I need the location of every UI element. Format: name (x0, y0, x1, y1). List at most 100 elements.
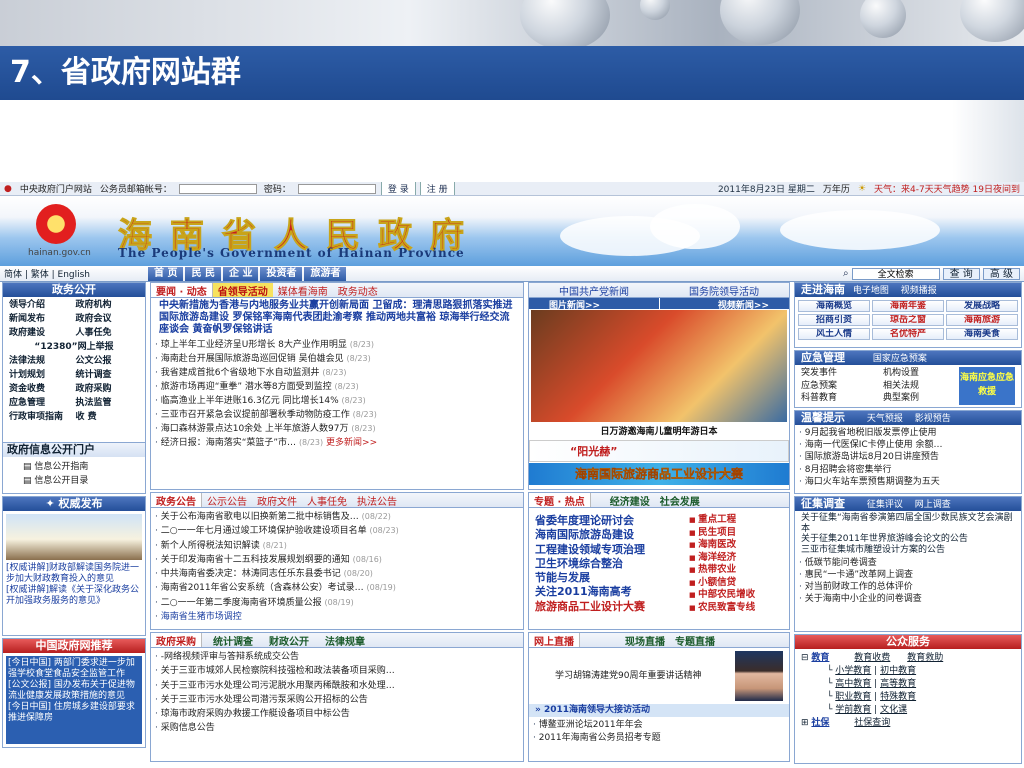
tip-item[interactable]: 8月招聘会将密集举行 (799, 464, 1017, 476)
design-contest-banner[interactable]: 海南国际旅游商品工业设计大赛 (529, 463, 789, 485)
purchase-item[interactable]: -网络视频评审与答辩系统成交公告 (155, 650, 519, 664)
authority-photo[interactable] (6, 514, 142, 560)
gov-open-link[interactable]: 政府会议 (76, 313, 140, 326)
emergency-badge[interactable]: 海南应急应急救援 (959, 367, 1015, 405)
emergency-plan-link[interactable]: 国家应急预案 (869, 354, 931, 364)
edu-node[interactable]: 教育 (811, 653, 829, 663)
notice-item[interactable]: 二○一一年七月通过竣工环境保护验收建设项目名单 (08/23) (155, 524, 519, 538)
edu-link[interactable]: 小学教育 (835, 666, 871, 676)
gov-open-link[interactable]: 行政审项指南 (9, 411, 73, 424)
gov-open-link[interactable]: 人事任免 (76, 327, 140, 340)
tip-item[interactable]: 海南一代医保IC卡停止使用 余额… (799, 439, 1017, 451)
survey-question[interactable]: 低碳节能问卷调查 (799, 557, 1017, 569)
visit-button[interactable]: 海南概览 (798, 300, 870, 312)
weather-forecast-link[interactable]: 天气预报 (863, 414, 907, 424)
purchase-item[interactable]: 关于三亚市污水处理公司潜污泵采购公开招标的公告 (155, 693, 519, 707)
advanced-search-button[interactable]: 高 级 (982, 267, 1020, 280)
edu-link[interactable]: 文化课 (880, 705, 907, 715)
edu-link[interactable]: 初中教育 (880, 666, 916, 676)
topic-item[interactable]: 节能与发展 (529, 571, 689, 585)
nav-tab-investor[interactable]: 投资者 (260, 266, 303, 281)
recommend-item[interactable]: [公文公报] 国办发布关于促进物流业健康发展政策措施的意见 (8, 680, 140, 702)
tab-leader-activity[interactable]: 省领导活动 (212, 283, 273, 297)
visit-button[interactable]: 海南美食 (946, 328, 1018, 340)
tab-finance[interactable]: 财政公开 (264, 633, 314, 648)
info-guide-link[interactable]: ▤ 信息公开指南 (23, 460, 125, 474)
tab-live-topic[interactable]: 专题直播 (670, 633, 720, 648)
notice-item[interactable]: 关于印发海南省十二五科技发展规划纲要的通知 (08/16) (155, 553, 519, 567)
notice-item[interactable]: 海南省生猪市场调控 (155, 610, 519, 624)
central-portal-link[interactable]: 中央政府门户网站 (20, 182, 92, 195)
tab-purchase[interactable]: 政府采购 (151, 633, 202, 647)
nav-tab-enterprise[interactable]: 企 业 (222, 266, 259, 281)
gov-open-link[interactable]: 计划规划 (9, 369, 73, 382)
more-news-link[interactable]: 更多新闻>> (326, 438, 377, 448)
nav-tab-home[interactable]: 首 页 (148, 266, 184, 281)
nav-tab-tourist[interactable]: 旅游者 (304, 266, 347, 281)
tab-live-scene[interactable]: 现场直播 (620, 633, 670, 648)
emergency-link[interactable]: 突发事件 (801, 367, 877, 380)
social-query-link[interactable]: 社保查询 (854, 718, 890, 728)
gov-open-link[interactable]: 收 费 (76, 411, 140, 424)
gov-open-link[interactable]: 政府采购 (76, 383, 140, 396)
collapse-icon[interactable]: ⊟ (801, 653, 811, 663)
gov-open-link[interactable]: 领导介绍 (9, 299, 73, 312)
notice-item[interactable]: 新个人所得税法知识解读 (8/21) (155, 539, 519, 553)
register-button[interactable]: 注 册 (419, 182, 455, 195)
social-node[interactable]: 社保 (811, 718, 829, 728)
notice-item[interactable]: 关于公布海南省歌电以旧换新第二批中标销售及… (08/22) (155, 510, 519, 524)
news-item[interactable]: 三亚市召开紧急会议提前部署秋季动物防疫工作 (8/23) (155, 408, 519, 422)
gov-open-link[interactable]: 政府建设 (9, 327, 73, 340)
gov-open-link[interactable]: 执法监管 (76, 397, 140, 410)
tab-law[interactable]: 法律规章 (320, 633, 370, 648)
news-item[interactable]: 海口森林游景点达10余处 上半年旅游人数97万 (8/23) (155, 422, 519, 436)
live-title[interactable]: 网上直播 (529, 633, 580, 647)
tip-item[interactable]: 海口火车站车票预售期调整为五天 (799, 476, 1017, 488)
search-input[interactable] (851, 267, 940, 280)
gov-open-link[interactable]: 法律法规 (9, 355, 73, 368)
news-item[interactable]: 旅游市场再迎“重拳” 潜水等8方面受到监控 (8/23) (155, 380, 519, 394)
purchase-item[interactable]: 采购信息公告 (155, 721, 519, 735)
edu-link[interactable]: 特殊教育 (880, 692, 916, 702)
topic-tag[interactable]: 农民致富专线 (689, 602, 755, 615)
visit-button[interactable]: 海南年鉴 (872, 300, 944, 312)
topic-tag[interactable]: 海洋经济 (689, 552, 755, 565)
topic-item[interactable]: 卫生环境综合整治 (529, 557, 689, 571)
gov-open-link[interactable]: 公文公报 (76, 355, 140, 368)
topic-tag[interactable]: 热带农业 (689, 564, 755, 577)
topic-tag[interactable]: 小额信贷 (689, 577, 755, 590)
survey-item[interactable]: 关于征集“海南省参演第四届全国少数民族文艺会演剧本 (801, 513, 1015, 534)
authority-text[interactable]: [权威讲解]财政部解读国务院进一步加大财政教育投入的意见 (3, 563, 145, 585)
emergency-link[interactable]: 典型案例 (883, 392, 959, 405)
language-switch[interactable]: 简体 | 繁体 | English (0, 267, 148, 280)
edu-aid-link[interactable]: 教育救助 (907, 653, 943, 663)
tab-media[interactable]: 媒体看海南 (273, 283, 333, 298)
notice-item[interactable]: 中共海南省委决定：林涛同志任乐东县委书记 (08/20) (155, 567, 519, 581)
tab-law-notice[interactable]: 执法公告 (352, 493, 402, 508)
tab-appointments[interactable]: 人事任免 (302, 493, 352, 508)
video-news-tab[interactable]: 视频新闻>> (658, 298, 789, 311)
gov-open-link[interactable]: 资金收费 (9, 383, 73, 396)
survey-item[interactable]: 关于征集2011年世界旅游峰会论文的公告 (801, 534, 1015, 545)
movie-link[interactable]: 影视预告 (911, 414, 955, 424)
tab-gov-docs[interactable]: 政府文件 (252, 493, 302, 508)
visit-button[interactable]: 风土人情 (798, 328, 870, 340)
notice-item[interactable]: 海南省2011年省公安系统（含森林公安）考试录… (08/19) (155, 581, 519, 595)
notice-item[interactable]: 二○一一年第二季度海南省环境质量公报 (08/19) (155, 596, 519, 610)
live-item[interactable]: 博鳌亚洲论坛2011年年会 (533, 719, 785, 732)
live-photo[interactable] (735, 651, 783, 701)
visit-button[interactable]: 琼岳之窗 (872, 314, 944, 326)
gov-open-link[interactable]: 统计调查 (76, 369, 140, 382)
gov-open-link[interactable]: “12380”网上举报 (9, 341, 139, 354)
visit-button[interactable]: 招商引资 (798, 314, 870, 326)
live-banner[interactable]: » 2011海南领导大接访活动 (529, 704, 789, 717)
tab-cpc-news[interactable]: 中国共产党新闻 (554, 283, 634, 298)
tab-state-council[interactable]: 国务院领导活动 (684, 283, 764, 298)
online-survey-link[interactable]: 网上调查 (911, 500, 955, 510)
topic-item[interactable]: 工程建设领域专项治理 (529, 543, 689, 557)
purchase-item[interactable]: 琼海市政府采购办救援工作艇设备项目中标公告 (155, 707, 519, 721)
edu-link[interactable]: 高中教育 (835, 679, 871, 689)
topic-item[interactable]: 海南国际旅游岛建设 (529, 528, 689, 542)
news-item[interactable]: 琼上半年工业经济呈U形增长 8大产业作用明显 (8/23) (155, 338, 519, 352)
topic-item[interactable]: 旅游商品工业设计大赛 (529, 600, 689, 614)
